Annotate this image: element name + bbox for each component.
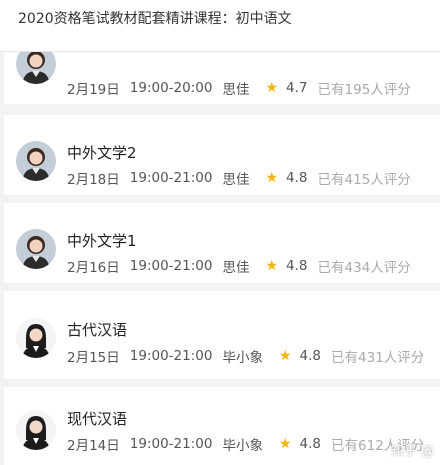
course-title: 古代汉语: [67, 321, 128, 339]
teacher-name: 思佳: [222, 172, 250, 188]
course-meta: 2月14日 19:00-21:00 毕小象 ★ 4.8 已有612人评分: [67, 434, 424, 454]
page-title: 2020资格笔试教材配套精讲课程：初中语文: [18, 11, 292, 27]
teacher-avatar: [16, 52, 56, 84]
star-icon: ★: [278, 348, 292, 364]
course-time: 19:00-20:00: [129, 80, 213, 96]
rating-score: 4.8: [299, 348, 322, 364]
star-icon: ★: [265, 80, 279, 96]
course-date: 2月15日: [67, 350, 120, 366]
teacher-name: 毕小象: [222, 438, 263, 454]
course-card[interactable]: 中外文学1 2月16日 19:00-21:00 思佳 ★ 4.8 已有434人评…: [4, 203, 440, 283]
star-icon: ★: [278, 436, 292, 452]
star-icon: ★: [265, 258, 279, 274]
course-card[interactable]: 2月19日 19:00-20:00 思佳 ★ 4.7 已有195人评分: [4, 52, 440, 104]
teacher-avatar: [16, 318, 56, 358]
course-title: 现代汉语: [67, 410, 128, 428]
course-time: 19:00-21:00: [129, 436, 213, 452]
course-time: 19:00-21:00: [129, 258, 213, 274]
course-title: 中外文学2: [67, 144, 137, 162]
course-time: 19:00-21:00: [129, 170, 213, 186]
course-card[interactable]: 现代汉语 2月14日 19:00-21:00 毕小象 ★ 4.8 已有612人评…: [4, 387, 440, 465]
course-meta: 2月18日 19:00-21:00 思佳 ★ 4.8 已有415人评分: [67, 168, 411, 188]
rating-score: 4.8: [299, 436, 322, 452]
teacher-name: 毕小象: [222, 350, 263, 366]
teacher-avatar: [16, 410, 56, 450]
rating-count: 已有431人评分: [331, 350, 425, 366]
rating-count: 已有195人评分: [317, 82, 411, 98]
rating-count: 已有434人评分: [317, 260, 411, 276]
course-meta: 2月19日 19:00-20:00 思佳 ★ 4.7 已有195人评分: [67, 78, 411, 98]
page-header: 2020资格笔试教材配套精讲课程：初中语文: [0, 0, 440, 52]
course-date: 2月16日: [67, 260, 120, 276]
course-date: 2月19日: [67, 82, 120, 98]
rating-score: 4.8: [286, 258, 308, 274]
teacher-name: 思佳: [222, 82, 250, 98]
rating-score: 4.7: [286, 80, 308, 96]
course-list: 2月19日 19:00-20:00 思佳 ★ 4.7 已有195人评分 中外文学…: [0, 52, 440, 465]
course-card[interactable]: 古代汉语 2月15日 19:00-21:00 毕小象 ★ 4.8 已有431人评…: [4, 291, 440, 379]
rating-score: 4.8: [286, 170, 308, 186]
course-date: 2月14日: [67, 438, 120, 454]
course-time: 19:00-21:00: [129, 348, 213, 364]
star-icon: ★: [265, 170, 279, 186]
watermark: 知乎 @: [390, 444, 434, 459]
course-meta: 2月16日 19:00-21:00 思佳 ★ 4.8 已有434人评分: [67, 256, 411, 276]
course-title: 中外文学1: [67, 232, 137, 250]
teacher-name: 思佳: [222, 260, 250, 276]
course-card[interactable]: 中外文学2 2月18日 19:00-21:00 思佳 ★ 4.8 已有415人评…: [4, 115, 440, 195]
rating-count: 已有415人评分: [317, 172, 411, 188]
course-date: 2月18日: [67, 172, 120, 188]
course-meta: 2月15日 19:00-21:00 毕小象 ★ 4.8 已有431人评分: [67, 346, 424, 366]
teacher-avatar: [16, 141, 56, 181]
teacher-avatar: [16, 229, 56, 269]
